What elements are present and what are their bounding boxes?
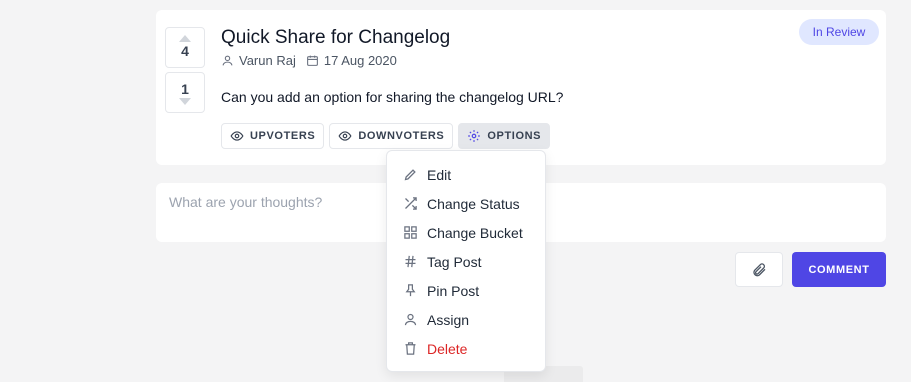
menu-item-change-bucket[interactable]: Change Bucket	[387, 218, 545, 247]
upvote-arrow-icon	[179, 35, 191, 42]
downvote-arrow-icon	[179, 98, 191, 105]
gear-icon	[468, 130, 481, 142]
author-name: Varun Raj	[239, 53, 296, 68]
menu-item-pin-post[interactable]: Pin Post	[387, 276, 545, 305]
menu-item-delete[interactable]: Delete	[387, 334, 545, 363]
eye-icon	[338, 131, 352, 141]
comment-submit-button[interactable]: COMMENT	[792, 252, 886, 287]
post-author: Varun Raj	[221, 53, 296, 68]
pin-icon	[405, 284, 416, 297]
user-icon	[404, 313, 417, 326]
options-dropdown: Edit Change Status Change Bucket Tag Pos…	[386, 150, 546, 372]
status-badge: In Review	[799, 19, 879, 45]
user-icon	[222, 55, 233, 66]
options-label: OPTIONS	[487, 130, 542, 142]
eye-icon	[230, 131, 244, 141]
downvote-button[interactable]: 1	[165, 72, 205, 113]
post-actions: UPVOTERS DOWNVOTERS OPTIONS	[221, 123, 551, 149]
upvoters-button[interactable]: UPVOTERS	[221, 123, 325, 149]
menu-label: Delete	[427, 340, 468, 357]
menu-item-assign[interactable]: Assign	[387, 305, 545, 334]
menu-label: Pin Post	[427, 282, 480, 299]
trash-icon	[405, 342, 416, 355]
upvoters-label: UPVOTERS	[250, 130, 316, 142]
menu-label: Change Status	[427, 195, 520, 212]
options-button[interactable]: OPTIONS	[458, 123, 551, 149]
pencil-icon	[404, 169, 416, 181]
post-meta: Varun Raj 17 Aug 2020	[221, 53, 407, 68]
post-date: 17 Aug 2020	[306, 53, 397, 68]
menu-item-tag-post[interactable]: Tag Post	[387, 247, 545, 276]
paperclip-icon	[753, 262, 766, 276]
downvoters-label: DOWNVOTERS	[358, 130, 445, 142]
calendar-icon	[306, 55, 318, 66]
attach-button[interactable]	[735, 252, 783, 287]
post-body: Can you add an option for sharing the ch…	[221, 89, 564, 105]
upvote-button[interactable]: 4	[165, 27, 205, 68]
downvote-count: 1	[181, 81, 189, 97]
shuffle-icon	[405, 197, 417, 210]
upvote-count: 4	[181, 43, 189, 59]
menu-item-change-status[interactable]: Change Status	[387, 189, 545, 218]
grid-icon	[404, 226, 417, 239]
date-text: 17 Aug 2020	[323, 53, 397, 68]
menu-label: Tag Post	[427, 253, 482, 270]
menu-label: Assign	[427, 311, 470, 328]
downvoters-button[interactable]: DOWNVOTERS	[329, 123, 454, 149]
post-title: Quick Share for Changelog	[221, 27, 451, 48]
menu-label: Edit	[427, 166, 452, 183]
menu-label: Change Bucket	[427, 224, 523, 241]
menu-item-edit[interactable]: Edit	[387, 160, 545, 189]
hash-icon	[405, 255, 416, 268]
